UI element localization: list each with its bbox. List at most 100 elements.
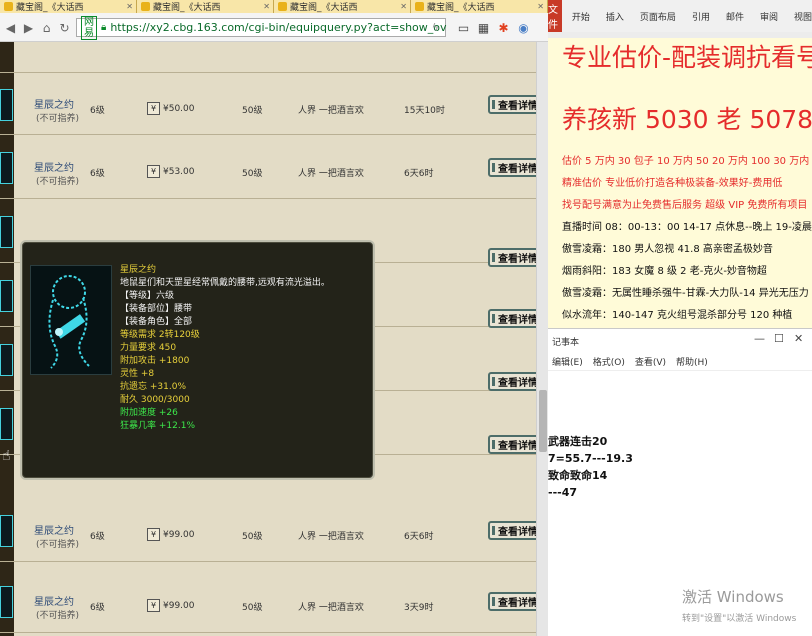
- table-row: 星辰之约 (不可指养) 6级 ¥ ¥99.00 50级 人界 一把酒言欢 6天6时…: [0, 499, 540, 562]
- item-thumbnail[interactable]: [0, 344, 13, 376]
- word-ribbon: 文件 开始 插入 页面布局 引用 邮件 审阅 视图: [548, 0, 812, 32]
- menu-edit[interactable]: 编辑(E): [552, 355, 583, 368]
- time-left: 6天6时: [404, 532, 434, 542]
- view-detail-button[interactable]: 查看详情: [488, 309, 540, 328]
- grid-icon[interactable]: ▦: [476, 20, 491, 35]
- page-icon[interactable]: ▭: [456, 20, 471, 35]
- item-level: 6级: [90, 532, 105, 542]
- address-bar[interactable]: 网易 🔒︎ https://xy2.cbg.163.com/cgi-bin/eq…: [76, 15, 447, 40]
- server-name: 人界 一把酒言欢: [298, 603, 364, 613]
- doc-line: 找号配号满意为止免费售后服务 超级 VIP 免费所有项目: [562, 200, 808, 211]
- tab-home[interactable]: 开始: [572, 10, 590, 23]
- browser-tab[interactable]: 藏宝阁_《大话西 ✕: [411, 0, 548, 13]
- item-thumbnail[interactable]: [0, 280, 13, 312]
- notepad-menu: 编辑(E) 格式(O) 查看(V) 帮助(H): [548, 353, 812, 371]
- close-icon[interactable]: ✕: [537, 2, 544, 11]
- ribbon-tabs: 开始 插入 页面布局 引用 邮件 审阅 视图: [561, 0, 812, 32]
- home-icon[interactable]: ⌂: [38, 19, 55, 36]
- tooltip-grade: 【等级】六级: [120, 291, 175, 301]
- gamepad-icon[interactable]: ◉: [516, 20, 531, 35]
- item-thumbnail[interactable]: [0, 586, 13, 618]
- item-thumbnail[interactable]: [0, 515, 13, 547]
- secure-badge: 网易: [81, 15, 97, 40]
- view-detail-button[interactable]: 查看详情: [488, 372, 540, 391]
- tooltip-str-req: 力量要求 450: [120, 343, 177, 353]
- tab-references[interactable]: 引用: [692, 10, 710, 23]
- close-icon[interactable]: ✕: [794, 332, 803, 345]
- tab-layout[interactable]: 页面布局: [640, 10, 676, 23]
- item-name[interactable]: 星辰之约: [34, 522, 74, 537]
- price-icon: ¥: [147, 528, 160, 541]
- item-thumbnail[interactable]: [0, 152, 13, 184]
- item-price: ¥ ¥99.00: [147, 599, 195, 612]
- item-name[interactable]: 星辰之约: [34, 593, 74, 608]
- tooltip-slot: 【装备部位】腰带: [120, 304, 193, 314]
- server-name: 人界 一把酒言欢: [298, 169, 364, 179]
- item-price: ¥ ¥53.00: [147, 165, 195, 178]
- tab-favicon-icon: [415, 2, 424, 11]
- lightning-icon[interactable]: ϟ: [432, 21, 439, 34]
- doc-line: 傲雪凌霜：180 男人忽视 41.8 高亲密孟极妙音: [562, 244, 773, 255]
- item-thumbnail[interactable]: [0, 89, 13, 121]
- item-name[interactable]: 星辰之约: [34, 96, 74, 111]
- view-detail-button[interactable]: 查看详情: [488, 158, 540, 177]
- view-detail-button[interactable]: 查看详情: [488, 95, 540, 114]
- back-icon[interactable]: ◀: [2, 19, 19, 36]
- server-name: 人界 一把酒言欢: [298, 532, 364, 542]
- document-page[interactable]: 专业估价-配装调抗看号 养孩新 5030 老 5078 估价 5 万内 30 包…: [548, 38, 812, 328]
- tab-view[interactable]: 视图: [794, 10, 812, 23]
- item-price: ¥ ¥50.00: [147, 102, 195, 115]
- tooltip-speed: 附加速度 +26: [120, 408, 178, 418]
- browser-tab[interactable]: 藏宝阁_《大话西 ✕: [0, 0, 137, 13]
- file-tab[interactable]: 文件: [548, 0, 562, 32]
- extension-icon[interactable]: ✱: [496, 20, 511, 35]
- item-note: (不可指养): [36, 540, 80, 550]
- tab-review[interactable]: 审阅: [760, 10, 778, 23]
- forward-icon[interactable]: ▶: [20, 19, 37, 36]
- item-note: (不可指养): [36, 611, 80, 621]
- desktop: 藏宝阁_《大话西 ✕ 藏宝阁_《大话西 ✕ 藏宝阁_《大话西 ✕ 藏宝阁_《大话西 ✕ …: [0, 0, 812, 636]
- view-detail-button[interactable]: 查看详情: [488, 592, 540, 611]
- belt-item-icon: [30, 265, 112, 375]
- close-icon[interactable]: ✕: [126, 2, 133, 11]
- view-detail-button[interactable]: 查看详情: [488, 521, 540, 540]
- scrollbar-thumb[interactable]: [539, 390, 547, 452]
- item-thumbnail[interactable]: [0, 408, 13, 440]
- item-level: 6级: [90, 169, 105, 179]
- doc-price-line: 养孩新 5030 老 5078: [562, 105, 812, 134]
- browser-tab-bar: 藏宝阁_《大话西 ✕ 藏宝阁_《大话西 ✕ 藏宝阁_《大话西 ✕ 藏宝阁_《大话西 ✕: [0, 0, 548, 13]
- menu-help[interactable]: 帮助(H): [676, 355, 708, 368]
- doc-line: 精准估价 专业低价打造各种极装备-效果好-费用低: [562, 178, 783, 189]
- table-row: 星辰之约 (不可指养) 6级 ¥ ¥50.00 50级 人界 一把酒言欢 15天1…: [0, 72, 540, 135]
- role-level: 50级: [242, 169, 263, 179]
- table-row: 星辰之约 (不可指养) 6级 ¥ ¥53.00 50级 人界 一把酒言欢 6天6时…: [0, 136, 540, 199]
- minimize-icon[interactable]: —: [754, 332, 765, 345]
- close-icon[interactable]: ✕: [263, 2, 270, 11]
- maximize-icon[interactable]: ☐: [774, 332, 784, 345]
- menu-view[interactable]: 查看(V): [635, 355, 666, 368]
- item-thumbnail[interactable]: [0, 216, 13, 248]
- notepad-text-area[interactable]: 武器连击20 7=55.7---19.3 致命致命14 ---47: [548, 433, 633, 501]
- item-note: (不可指养): [36, 177, 80, 187]
- tab-favicon-icon: [141, 2, 150, 11]
- reload-icon[interactable]: ↻: [56, 19, 73, 36]
- browser-tab[interactable]: 藏宝阁_《大话西 ✕: [274, 0, 411, 13]
- notepad-line: 武器连击20: [548, 435, 608, 448]
- role-level: 50级: [242, 603, 263, 613]
- tooltip-desc: 地鼠星们和天罡星经常佩戴的腰带,远观有流光溢出。: [120, 278, 330, 288]
- tab-mailings[interactable]: 邮件: [726, 10, 744, 23]
- time-left: 3天9时: [404, 603, 434, 613]
- close-icon[interactable]: ✕: [400, 2, 407, 11]
- menu-format[interactable]: 格式(O): [593, 355, 625, 368]
- browser-tab[interactable]: 藏宝阁_《大话西 ✕: [137, 0, 274, 13]
- tab-insert[interactable]: 插入: [606, 10, 624, 23]
- time-left: 6天6时: [404, 169, 434, 179]
- notepad-line: 7=55.7---19.3: [548, 452, 633, 465]
- page-scrollbar[interactable]: [536, 42, 548, 636]
- item-name[interactable]: 星辰之约: [34, 159, 74, 174]
- view-detail-button[interactable]: 查看详情: [488, 435, 540, 454]
- item-level: 6级: [90, 106, 105, 116]
- tooltip-role: 【装备角色】全部: [120, 317, 193, 327]
- address-url: https://xy2.cbg.163.com/cgi-bin/equipque…: [110, 21, 447, 34]
- browser-nav-bar: ◀ ▶ ⌂ ↻ 网易 🔒︎ https://xy2.cbg.163.com/cg…: [0, 13, 548, 42]
